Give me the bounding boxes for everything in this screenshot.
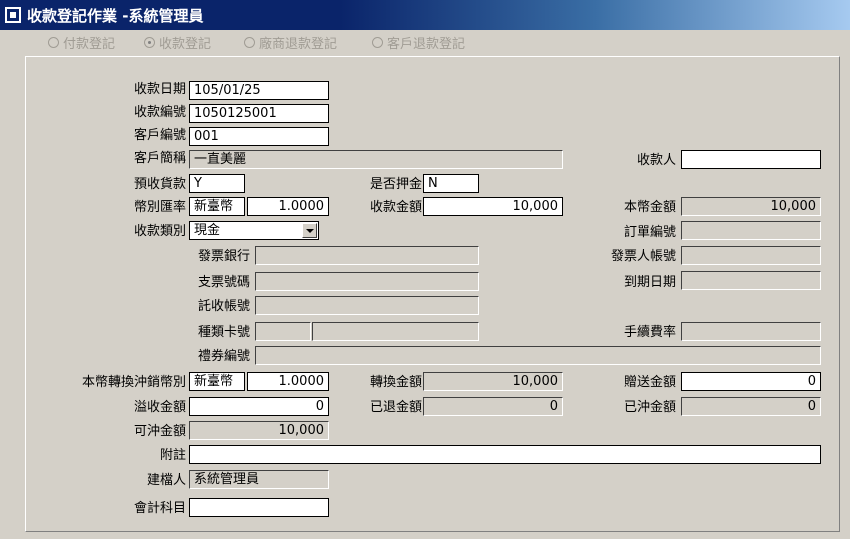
- converted-amount-field: 10,000: [423, 372, 563, 391]
- radio-payment-register[interactable]: 付款登記: [48, 33, 115, 52]
- currency-rate-label: 幣別匯率: [133, 200, 186, 215]
- window-menu-icon[interactable]: [5, 7, 21, 23]
- available-offset-label: 可沖金額: [133, 424, 186, 439]
- receipt-date-input[interactable]: 105/01/25: [189, 81, 329, 100]
- radio-dot-icon: [244, 37, 255, 48]
- receipt-date-label: 收款日期: [133, 82, 186, 97]
- prepayment-input[interactable]: Y: [189, 174, 245, 193]
- chevron-down-icon[interactable]: [302, 223, 317, 238]
- issuing-bank-label: 發票銀行: [197, 249, 250, 264]
- due-date-label: 到期日期: [623, 275, 676, 290]
- account-subject-input[interactable]: [189, 498, 329, 517]
- available-offset-field: 10,000: [189, 421, 329, 440]
- order-no-field: [681, 221, 821, 240]
- voucher-no-field: [255, 346, 821, 365]
- card-type-no-label: 種類卡號: [197, 325, 250, 340]
- exchange-rate-input[interactable]: 1.0000: [247, 197, 329, 216]
- radio-customer-refund[interactable]: 客戶退款登記: [372, 33, 465, 52]
- check-no-label: 支票號碼: [197, 275, 250, 290]
- receipt-amount-label: 收款金額: [369, 200, 422, 215]
- payee-label: 收款人: [636, 153, 676, 168]
- overpaid-amount-label: 溢收金額: [133, 400, 186, 415]
- offset-currency-input[interactable]: 新臺幣: [189, 372, 245, 391]
- radio-dot-icon: [372, 37, 383, 48]
- receipt-type-select[interactable]: 現金: [189, 221, 319, 240]
- title-bar: 收款登記作業 -系統管理員: [0, 0, 850, 30]
- radio-dot-icon: [48, 37, 59, 48]
- prepayment-label: 預收貨款: [133, 177, 186, 192]
- receipt-no-label: 收款編號: [133, 105, 186, 120]
- customer-no-input[interactable]: 001: [189, 127, 329, 146]
- voucher-no-label: 禮券編號: [197, 349, 250, 364]
- window-title: 收款登記作業 -系統管理員: [27, 6, 204, 25]
- issuer-account-label: 發票人帳號: [610, 249, 676, 264]
- card-no-field: [312, 322, 479, 341]
- issuing-bank-field: [255, 246, 479, 265]
- customer-no-label: 客戶編號: [133, 128, 186, 143]
- gift-amount-label: 贈送金額: [623, 375, 676, 390]
- remarks-label: 附註: [159, 448, 186, 463]
- receipt-type-value: 現金: [194, 223, 221, 238]
- currency-input[interactable]: 新臺幣: [189, 197, 245, 216]
- refunded-amount-label: 已退金額: [369, 400, 422, 415]
- offset-amount-label: 已沖金額: [623, 400, 676, 415]
- offset-currency-label: 本幣轉換沖銷幣別: [81, 375, 186, 390]
- check-no-field: [255, 272, 479, 291]
- account-subject-label: 會計科目: [133, 501, 186, 516]
- radio-vendor-refund[interactable]: 廠商退款登記: [244, 33, 337, 52]
- local-amount-label: 本幣金額: [623, 200, 676, 215]
- local-amount-field: 10,000: [681, 197, 821, 216]
- card-type-field: [255, 322, 311, 341]
- handling-fee-rate-field: [681, 322, 821, 341]
- is-deposit-input[interactable]: N: [423, 174, 479, 193]
- receipt-type-label: 收款類別: [133, 224, 186, 239]
- collection-account-label: 託收帳號: [197, 299, 250, 314]
- mode-radio-group: 付款登記 收款登記 廠商退款登記 客戶退款登記: [0, 33, 850, 53]
- converted-amount-label: 轉換金額: [369, 375, 422, 390]
- due-date-field: [681, 271, 821, 290]
- offset-amount-field: 0: [681, 397, 821, 416]
- order-no-label: 訂單編號: [623, 225, 676, 240]
- issuer-account-field: [681, 246, 821, 265]
- receipt-amount-input[interactable]: 10,000: [423, 197, 563, 216]
- receipt-no-input[interactable]: 1050125001: [189, 104, 329, 123]
- created-by-label: 建檔人: [146, 473, 186, 488]
- handling-fee-rate-label: 手續費率: [623, 325, 676, 340]
- offset-rate-input[interactable]: 1.0000: [247, 372, 329, 391]
- created-by-field: 系統管理員: [189, 470, 329, 489]
- is-deposit-label: 是否押金: [369, 177, 422, 192]
- collection-account-field: [255, 296, 479, 315]
- remarks-input[interactable]: [189, 445, 821, 464]
- refunded-amount-field: 0: [423, 397, 563, 416]
- radio-receipt-register[interactable]: 收款登記: [144, 33, 211, 52]
- gift-amount-input[interactable]: 0: [681, 372, 821, 391]
- radio-dot-icon: [144, 37, 155, 48]
- payee-input[interactable]: [681, 150, 821, 169]
- customer-name-field: 一直美麗: [189, 150, 563, 169]
- overpaid-amount-input[interactable]: 0: [189, 397, 329, 416]
- customer-name-label: 客戶簡稱: [133, 151, 186, 166]
